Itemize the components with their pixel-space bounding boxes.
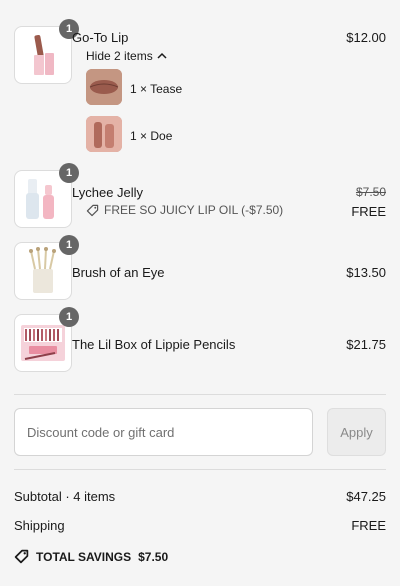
lip-swatch-image <box>86 69 122 105</box>
item-price: $21.75 <box>346 337 386 352</box>
product-thumbnail-go-to-lip: 1 <box>14 19 79 84</box>
sub-item-thumbnail-doe <box>86 116 122 152</box>
tag-icon <box>14 549 29 564</box>
subtotal-value: $47.25 <box>346 489 386 504</box>
discount-code-input[interactable] <box>14 408 313 456</box>
apply-discount-button[interactable]: Apply <box>327 408 386 456</box>
total-savings-value: $7.50 <box>138 549 169 564</box>
product-thumbnail-lil-box: 1 <box>14 307 79 372</box>
original-price: $7.50 <box>355 185 386 199</box>
total-savings-label: TOTAL SAVINGS <box>36 549 132 564</box>
divider <box>14 469 386 470</box>
product-thumbnail-brush-of-an-eye: 1 <box>14 235 79 300</box>
toggle-bundle-button[interactable]: Hide 2 items <box>86 49 167 63</box>
sub-item-label: 1 × Tease <box>130 82 183 96</box>
item-name: Go-To Lip <box>72 30 129 45</box>
shipping-label: Shipping <box>14 518 65 533</box>
promo-label: FREE SO JUICY LIP OIL (-$7.50) <box>104 203 284 217</box>
sub-item-thumbnail-tease <box>86 69 122 105</box>
quantity-badge: 1 <box>59 235 79 255</box>
chevron-up-icon <box>157 52 167 59</box>
tag-icon <box>86 204 99 216</box>
quantity-badge: 1 <box>59 163 79 183</box>
item-price: $12.00 <box>346 30 386 45</box>
divider <box>14 394 386 395</box>
item-name: Lychee Jelly <box>72 185 144 200</box>
order-summary: 1 Go-To Lip $12.00 Hide 2 items 1 × Teas… <box>0 0 400 586</box>
quantity-badge: 1 <box>59 307 79 327</box>
item-price: $13.50 <box>346 265 386 280</box>
shipping-value: FREE <box>351 518 386 533</box>
sub-item-label: 1 × Doe <box>130 129 173 143</box>
item-price: FREE <box>351 204 386 219</box>
subtotal-label: Subtotal · 4 items <box>14 489 116 504</box>
toggle-bundle-label: Hide 2 items <box>86 49 153 63</box>
item-name: Brush of an Eye <box>72 265 165 280</box>
promo-line: FREE SO JUICY LIP OIL (-$7.50) <box>86 203 283 217</box>
lipstick-swatch-image <box>86 116 122 152</box>
item-name: The Lil Box of Lippie Pencils <box>72 337 236 352</box>
product-thumbnail-lychee-jelly: 1 <box>14 163 79 228</box>
total-savings: TOTAL SAVINGS $7.50 <box>14 549 168 564</box>
